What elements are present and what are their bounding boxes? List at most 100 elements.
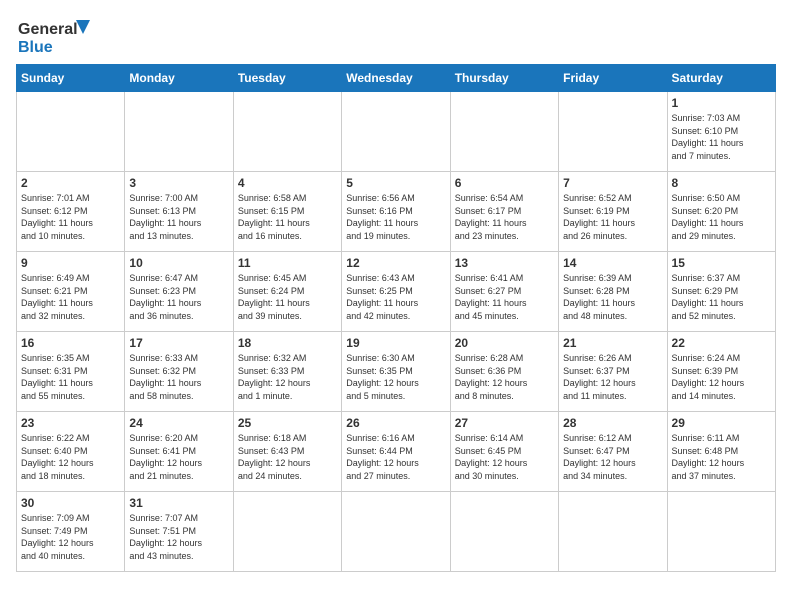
calendar-cell: 23Sunrise: 6:22 AM Sunset: 6:40 PM Dayli… — [17, 412, 125, 492]
week-row-1: 1Sunrise: 7:03 AM Sunset: 6:10 PM Daylig… — [17, 92, 776, 172]
week-row-5: 23Sunrise: 6:22 AM Sunset: 6:40 PM Dayli… — [17, 412, 776, 492]
calendar-cell: 8Sunrise: 6:50 AM Sunset: 6:20 PM Daylig… — [667, 172, 775, 252]
weekday-header-sunday: Sunday — [17, 65, 125, 92]
day-number: 22 — [672, 336, 771, 350]
weekday-header-saturday: Saturday — [667, 65, 775, 92]
day-info: Sunrise: 6:12 AM Sunset: 6:47 PM Dayligh… — [563, 432, 662, 482]
day-number: 18 — [238, 336, 337, 350]
day-number: 9 — [21, 256, 120, 270]
day-number: 23 — [21, 416, 120, 430]
day-number: 12 — [346, 256, 445, 270]
logo-icon: GeneralBlue — [16, 16, 96, 56]
day-number: 24 — [129, 416, 228, 430]
calendar-cell — [667, 492, 775, 572]
calendar-cell: 28Sunrise: 6:12 AM Sunset: 6:47 PM Dayli… — [559, 412, 667, 492]
day-info: Sunrise: 7:00 AM Sunset: 6:13 PM Dayligh… — [129, 192, 228, 242]
day-info: Sunrise: 6:33 AM Sunset: 6:32 PM Dayligh… — [129, 352, 228, 402]
calendar-cell: 10Sunrise: 6:47 AM Sunset: 6:23 PM Dayli… — [125, 252, 233, 332]
day-info: Sunrise: 6:14 AM Sunset: 6:45 PM Dayligh… — [455, 432, 554, 482]
day-number: 3 — [129, 176, 228, 190]
calendar-cell: 21Sunrise: 6:26 AM Sunset: 6:37 PM Dayli… — [559, 332, 667, 412]
calendar-cell — [559, 492, 667, 572]
calendar-cell: 9 Sunrise: 6:49 AM Sunset: 6:21 PM Daylig… — [17, 252, 125, 332]
day-number: 20 — [455, 336, 554, 350]
calendar-cell: 29Sunrise: 6:11 AM Sunset: 6:48 PM Dayli… — [667, 412, 775, 492]
day-info: Sunrise: 6:41 AM Sunset: 6:27 PM Dayligh… — [455, 272, 554, 322]
header: GeneralBlue — [16, 16, 776, 56]
day-number: 30 — [21, 496, 120, 510]
calendar-body: 1Sunrise: 7:03 AM Sunset: 6:10 PM Daylig… — [17, 92, 776, 572]
day-info: Sunrise: 6:28 AM Sunset: 6:36 PM Dayligh… — [455, 352, 554, 402]
calendar-cell — [450, 492, 558, 572]
calendar-header: SundayMondayTuesdayWednesdayThursdayFrid… — [17, 65, 776, 92]
calendar-cell: 5Sunrise: 6:56 AM Sunset: 6:16 PM Daylig… — [342, 172, 450, 252]
weekday-header-monday: Monday — [125, 65, 233, 92]
calendar-cell: 24 Sunrise: 6:20 AM Sunset: 6:41 PM Dayli… — [125, 412, 233, 492]
calendar-cell: 11 Sunrise: 6:45 AM Sunset: 6:24 PM Dayli… — [233, 252, 341, 332]
calendar-cell: 19 Sunrise: 6:30 AM Sunset: 6:35 PM Dayli… — [342, 332, 450, 412]
calendar-cell: 16 Sunrise: 6:35 AM Sunset: 6:31 PM Dayli… — [17, 332, 125, 412]
week-row-2: 2 Sunrise: 7:01 AM Sunset: 6:12 PM Daylig… — [17, 172, 776, 252]
day-info: Sunrise: 6:52 AM Sunset: 6:19 PM Dayligh… — [563, 192, 662, 242]
day-info: Sunrise: 6:37 AM Sunset: 6:29 PM Dayligh… — [672, 272, 771, 322]
day-info: Sunrise: 6:45 AM Sunset: 6:24 PM Dayligh… — [238, 272, 337, 322]
calendar-cell: 2 Sunrise: 7:01 AM Sunset: 6:12 PM Daylig… — [17, 172, 125, 252]
svg-text:General: General — [18, 21, 78, 38]
calendar-cell — [17, 92, 125, 172]
calendar-cell: 25 Sunrise: 6:18 AM Sunset: 6:43 PM Dayli… — [233, 412, 341, 492]
calendar-cell: 7 Sunrise: 6:52 AM Sunset: 6:19 PM Daylig… — [559, 172, 667, 252]
calendar-cell — [342, 492, 450, 572]
calendar-cell: 6Sunrise: 6:54 AM Sunset: 6:17 PM Daylig… — [450, 172, 558, 252]
svg-text:Blue: Blue — [18, 39, 53, 56]
day-info: Sunrise: 7:01 AM Sunset: 6:12 PM Dayligh… — [21, 192, 120, 242]
weekday-header-friday: Friday — [559, 65, 667, 92]
calendar: SundayMondayTuesdayWednesdayThursdayFrid… — [16, 64, 776, 572]
calendar-cell: 17 Sunrise: 6:33 AM Sunset: 6:32 PM Dayli… — [125, 332, 233, 412]
day-info: Sunrise: 6:58 AM Sunset: 6:15 PM Dayligh… — [238, 192, 337, 242]
day-number: 26 — [346, 416, 445, 430]
day-number: 4 — [238, 176, 337, 190]
calendar-cell — [233, 492, 341, 572]
calendar-cell: 15Sunrise: 6:37 AM Sunset: 6:29 PM Dayli… — [667, 252, 775, 332]
calendar-cell: 26Sunrise: 6:16 AM Sunset: 6:44 PM Dayli… — [342, 412, 450, 492]
calendar-cell: 22 Sunrise: 6:24 AM Sunset: 6:39 PM Dayli… — [667, 332, 775, 412]
week-row-4: 16 Sunrise: 6:35 AM Sunset: 6:31 PM Dayli… — [17, 332, 776, 412]
day-number: 25 — [238, 416, 337, 430]
day-info: Sunrise: 6:18 AM Sunset: 6:43 PM Dayligh… — [238, 432, 337, 482]
week-row-6: 30 Sunrise: 7:09 AM Sunset: 7:49 PM Dayli… — [17, 492, 776, 572]
day-number: 31 — [129, 496, 228, 510]
weekday-header-row: SundayMondayTuesdayWednesdayThursdayFrid… — [17, 65, 776, 92]
day-number: 10 — [129, 256, 228, 270]
day-info: Sunrise: 6:50 AM Sunset: 6:20 PM Dayligh… — [672, 192, 771, 242]
day-number: 16 — [21, 336, 120, 350]
day-number: 2 — [21, 176, 120, 190]
calendar-cell — [450, 92, 558, 172]
day-number: 13 — [455, 256, 554, 270]
day-info: Sunrise: 7:03 AM Sunset: 6:10 PM Dayligh… — [672, 112, 771, 162]
day-number: 17 — [129, 336, 228, 350]
calendar-cell: 20 Sunrise: 6:28 AM Sunset: 6:36 PM Dayli… — [450, 332, 558, 412]
day-info: Sunrise: 6:11 AM Sunset: 6:48 PM Dayligh… — [672, 432, 771, 482]
calendar-cell: 30 Sunrise: 7:09 AM Sunset: 7:49 PM Dayli… — [17, 492, 125, 572]
day-number: 27 — [455, 416, 554, 430]
day-info: Sunrise: 6:24 AM Sunset: 6:39 PM Dayligh… — [672, 352, 771, 402]
weekday-header-wednesday: Wednesday — [342, 65, 450, 92]
calendar-cell — [342, 92, 450, 172]
day-number: 11 — [238, 256, 337, 270]
day-number: 19 — [346, 336, 445, 350]
day-number: 7 — [563, 176, 662, 190]
calendar-cell: 14Sunrise: 6:39 AM Sunset: 6:28 PM Dayli… — [559, 252, 667, 332]
day-info: Sunrise: 6:32 AM Sunset: 6:33 PM Dayligh… — [238, 352, 337, 402]
day-info: Sunrise: 6:30 AM Sunset: 6:35 PM Dayligh… — [346, 352, 445, 402]
day-info: Sunrise: 6:20 AM Sunset: 6:41 PM Dayligh… — [129, 432, 228, 482]
calendar-cell — [559, 92, 667, 172]
day-info: Sunrise: 7:09 AM Sunset: 7:49 PM Dayligh… — [21, 512, 120, 562]
calendar-cell: 27 Sunrise: 6:14 AM Sunset: 6:45 PM Dayli… — [450, 412, 558, 492]
day-info: Sunrise: 6:49 AM Sunset: 6:21 PM Dayligh… — [21, 272, 120, 322]
day-info: Sunrise: 6:43 AM Sunset: 6:25 PM Dayligh… — [346, 272, 445, 322]
calendar-cell: 4 Sunrise: 6:58 AM Sunset: 6:15 PM Daylig… — [233, 172, 341, 252]
calendar-cell: 31Sunrise: 7:07 AM Sunset: 7:51 PM Dayli… — [125, 492, 233, 572]
day-info: Sunrise: 6:35 AM Sunset: 6:31 PM Dayligh… — [21, 352, 120, 402]
calendar-cell — [125, 92, 233, 172]
calendar-cell: 13 Sunrise: 6:41 AM Sunset: 6:27 PM Dayli… — [450, 252, 558, 332]
